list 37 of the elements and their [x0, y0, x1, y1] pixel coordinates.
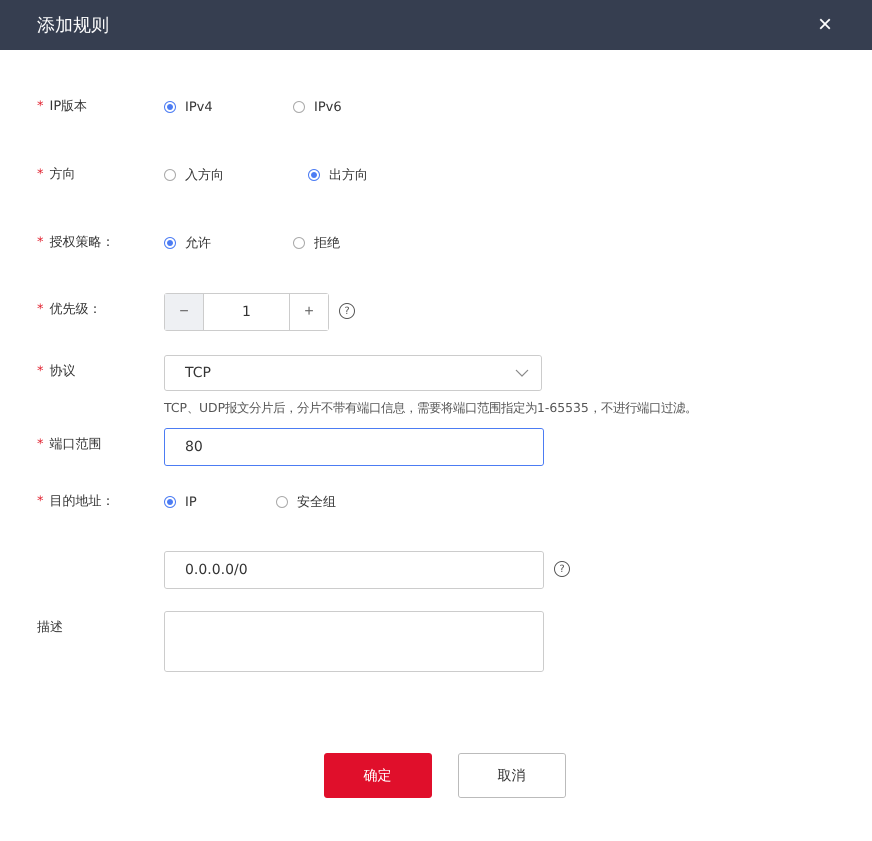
radio-option[interactable]: 入方向: [164, 166, 308, 184]
required-mark: *: [37, 167, 44, 182]
required-mark: *: [37, 302, 44, 317]
field-label: 端口范围: [50, 437, 102, 452]
input-field[interactable]: 0.0.0.0/0: [164, 551, 544, 589]
required-mark: *: [37, 235, 44, 250]
radio-option[interactable]: IP: [164, 494, 276, 510]
protocol-select[interactable]: TCP: [164, 355, 542, 391]
field-label: 描述: [37, 620, 63, 635]
required-mark: *: [37, 494, 44, 509]
radio-option[interactable]: IPv6: [293, 100, 422, 114]
close-button[interactable]: ×: [814, 11, 836, 39]
description-field[interactable]: [164, 611, 544, 672]
radio-option[interactable]: 安全组: [276, 493, 405, 511]
radio-option[interactable]: 出方向: [308, 166, 437, 184]
confirm-button[interactable]: 确定: [324, 753, 432, 798]
hint-text: TCP、UDP报文分片后，分片不带有端口信息，需要将端口范围指定为1-65535，不进行端口过滤。: [164, 400, 697, 417]
required-mark: *: [37, 437, 44, 452]
radio-option[interactable]: 拒绝: [293, 234, 422, 252]
help-icon[interactable]: ?: [554, 561, 570, 577]
number-stepper[interactable]: − 1 +: [164, 293, 329, 331]
input-field[interactable]: 80: [164, 428, 544, 466]
field-label: 协议: [50, 364, 76, 379]
field-label: 优先级：: [50, 302, 102, 317]
decrement-button[interactable]: −: [165, 294, 203, 330]
field-label: 方向: [50, 167, 76, 182]
field-label: IP版本: [50, 99, 88, 114]
required-mark: *: [37, 99, 44, 114]
dialog-title: 添加规则: [37, 14, 109, 37]
help-icon[interactable]: ?: [339, 303, 355, 319]
cancel-button[interactable]: 取消: [458, 753, 566, 798]
field-label: 授权策略：: [50, 235, 114, 250]
chevron-down-icon: [515, 369, 529, 377]
field-label: 目的地址：: [50, 494, 114, 509]
radio-option[interactable]: 允许: [164, 234, 293, 252]
required-mark: *: [37, 364, 44, 379]
radio-option[interactable]: IPv4: [164, 100, 293, 114]
